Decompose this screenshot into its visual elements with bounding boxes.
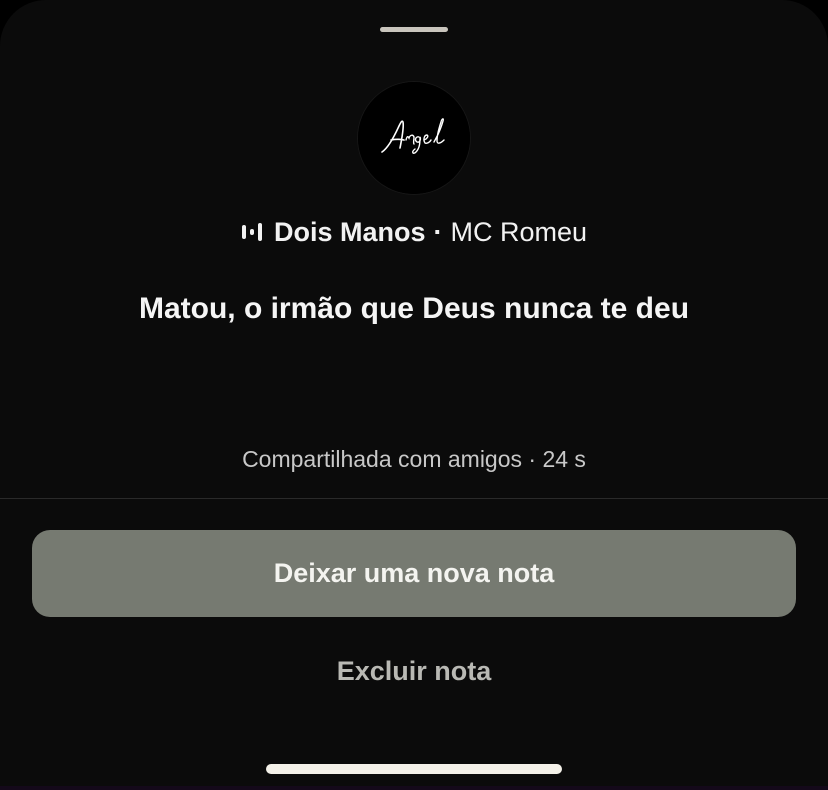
home-indicator[interactable] <box>266 764 562 774</box>
sheet-grabber-handle[interactable] <box>380 27 448 32</box>
bottom-sheet: Dois Manos · MC Romeu Matou, o irmão que… <box>0 0 828 790</box>
song-title: Dois Manos <box>273 216 426 247</box>
bottom-edge <box>0 786 828 790</box>
delete-note-button[interactable]: Excluir nota <box>214 645 614 697</box>
song-artist: MC Romeu <box>450 216 588 247</box>
song-separator: · <box>433 216 443 247</box>
shared-status: Compartilhada com amigos · 24 s <box>242 446 586 472</box>
divider <box>0 498 828 499</box>
song-attribution[interactable]: Dois Manos · MC Romeu <box>0 212 828 252</box>
audio-bars-icon <box>241 221 263 243</box>
leave-new-note-button[interactable]: Deixar uma nova nota <box>32 530 796 617</box>
note-text: Matou, o irmão que Deus nunca te deu <box>138 292 690 325</box>
avatar[interactable] <box>358 82 470 194</box>
angel-logo <box>358 82 470 194</box>
